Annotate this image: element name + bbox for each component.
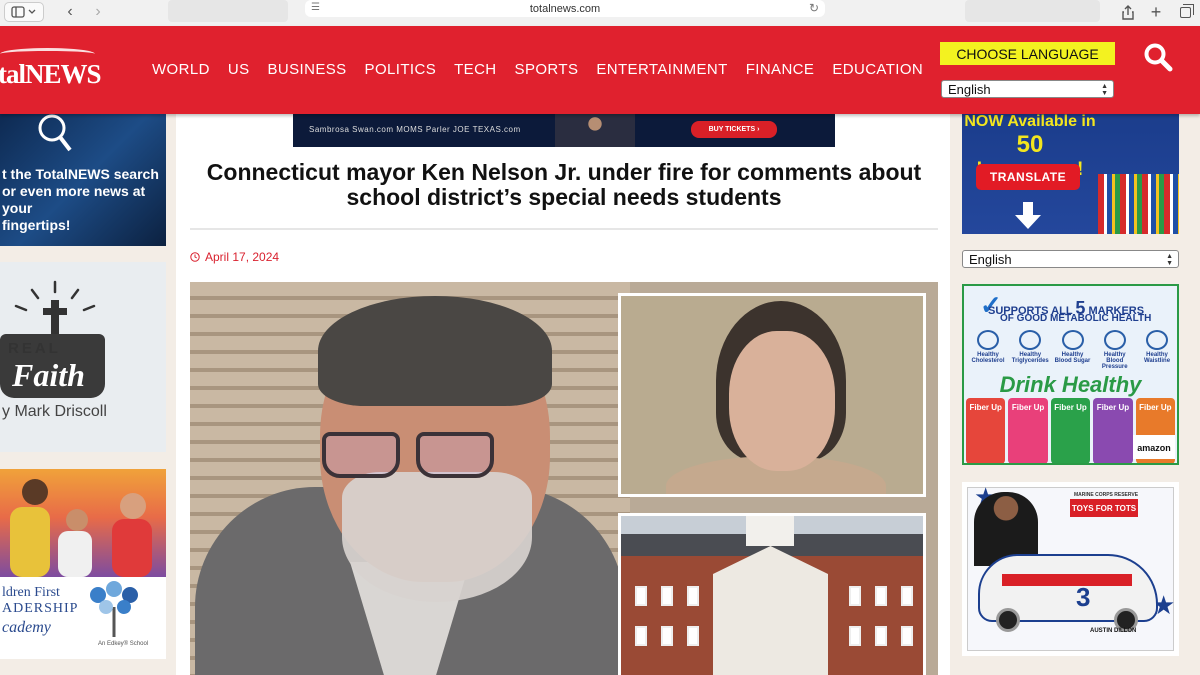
flags-image xyxy=(1098,174,1179,234)
nav-item-finance[interactable]: FINANCE xyxy=(746,61,815,78)
glasses-right-lens xyxy=(416,432,494,478)
health-ad-headline: Drink Healthy xyxy=(999,372,1142,397)
toys-ad-campaign: TOYS FOR TOTS xyxy=(1070,499,1138,517)
translate-ad-line1: NOW Available in xyxy=(964,114,1096,130)
health-metrics: Healthy Cholesterol Healthy Triglyceride… xyxy=(968,330,1177,370)
left-ad-academy[interactable]: ldren First ADERSHIP cademy An Edkey® Sc… xyxy=(0,469,166,659)
sugar-cube-icon xyxy=(1061,330,1084,350)
top-banner-ad[interactable]: Sambrosa Swan.com MOMS Parler JOE TEXAS.… xyxy=(293,114,835,147)
chevron-right-icon: › xyxy=(95,3,101,20)
nav-item-politics[interactable]: POLITICS xyxy=(365,61,437,78)
speaker-photo xyxy=(555,114,635,147)
chevron-left-icon: ‹ xyxy=(67,3,73,20)
site-logo[interactable]: talNEWS xyxy=(0,59,102,90)
background-tab-right[interactable] xyxy=(965,0,1100,22)
metric-cholesterol: Healthy Cholesterol xyxy=(968,330,1008,370)
nav-item-world[interactable]: WORLD xyxy=(152,61,210,78)
buy-tickets-button[interactable]: BUY TICKETS › xyxy=(691,121,777,138)
clock-icon xyxy=(190,252,200,262)
pulse-icon xyxy=(1103,330,1126,350)
sidebar-toggle-button[interactable] xyxy=(4,2,44,22)
nav-item-tech[interactable]: TECH xyxy=(454,61,496,78)
nav-item-us[interactable]: US xyxy=(228,61,250,78)
magnifier-icon xyxy=(38,114,72,152)
browser-toolbar: ‹ › ☰ totalnews.com ↻ + xyxy=(0,0,1200,26)
headline-divider xyxy=(190,228,938,230)
right-ad-toys-for-tots[interactable]: ★ ★ MARINE CORPS RESERVE TOYS FOR TOTS 3… xyxy=(962,482,1179,656)
toys-ad-org: MARINE CORPS RESERVE xyxy=(1074,492,1139,498)
article-date: April 17, 2024 xyxy=(190,250,279,264)
choose-language-label: CHOOSE LANGUAGE xyxy=(940,42,1115,65)
search-ad-text: t the TotalNEWS search or even more news… xyxy=(2,166,159,233)
left-ad-search[interactable]: t the TotalNEWS search or even more news… xyxy=(0,114,166,246)
academy-line1: ldren First xyxy=(2,585,60,600)
address-bar[interactable]: ☰ totalnews.com ↻ xyxy=(305,0,825,17)
metric-blood-pressure: Healthy Blood Pressure xyxy=(1095,330,1135,370)
sidebar-icon xyxy=(11,6,36,18)
faith-ad-faith: Faith xyxy=(12,357,85,393)
share-icon xyxy=(1122,4,1134,20)
mayor-hair xyxy=(318,296,552,406)
reload-icon[interactable]: ↻ xyxy=(809,1,819,15)
tree-hands-logo xyxy=(90,581,138,637)
amazon-logo: amazon xyxy=(1133,435,1175,459)
translate-button[interactable]: TRANSLATE xyxy=(976,164,1080,190)
health-ad-subtitle: OF GOOD METABOLIC HEALTH xyxy=(1000,313,1152,324)
forward-button[interactable]: › xyxy=(86,2,110,22)
tab-overview-button[interactable] xyxy=(1174,2,1196,22)
metric-triglycerides: Healthy Triglycerides xyxy=(1010,330,1050,370)
mayor-beard xyxy=(342,472,532,602)
nav-item-business[interactable]: BUSINESS xyxy=(267,61,346,78)
tabs-icon xyxy=(1179,3,1194,18)
faith-ad-byline: y Mark Driscoll xyxy=(2,403,107,420)
faith-ad-real: REAL xyxy=(8,340,61,357)
wheel xyxy=(996,608,1020,632)
metric-waistline: Healthy Waistline xyxy=(1137,330,1177,370)
site-header: talNEWS WORLD US BUSINESS POLITICS TECH … xyxy=(0,26,1200,114)
children-photo xyxy=(0,469,166,577)
plus-icon: + xyxy=(1150,1,1162,22)
driver-name: AUSTIN DILLON xyxy=(1090,628,1137,634)
share-button[interactable] xyxy=(1118,2,1138,22)
nav-item-sports[interactable]: SPORTS xyxy=(515,61,579,78)
right-ad-fiber-up[interactable]: ✓ SUPPORTS ALL 5 MARKERS OF GOOD METABOL… xyxy=(962,284,1179,465)
new-tab-button[interactable]: + xyxy=(1146,2,1166,22)
metric-blood-sugar: Healthy Blood Sugar xyxy=(1053,330,1093,370)
glasses-left-lens xyxy=(322,432,400,478)
tape-measure-icon xyxy=(1146,330,1168,350)
droplet-icon xyxy=(1019,330,1042,350)
inset-woman-photo xyxy=(618,293,926,497)
back-button[interactable]: ‹ xyxy=(58,2,82,22)
car-number: 3 xyxy=(1076,582,1091,612)
left-ad-real-faith[interactable]: REAL Faith y Mark Driscoll xyxy=(0,262,166,452)
header-language-select[interactable]: English ▲ ▼ xyxy=(941,80,1114,98)
nav-item-entertainment[interactable]: ENTERTAINMENT xyxy=(596,61,727,78)
right-language-value: English xyxy=(969,251,1012,267)
cross-rays-icon xyxy=(14,280,96,336)
search-icon[interactable] xyxy=(1143,42,1173,72)
article-date-text: April 17, 2024 xyxy=(205,250,280,264)
banner-sponsors: Sambrosa Swan.com MOMS Parler JOE TEXAS.… xyxy=(309,125,521,134)
select-arrows-icon: ▲ ▼ xyxy=(1101,83,1108,97)
inset-town-hall-photo xyxy=(618,513,926,675)
academy-line2: ADERSHIP xyxy=(2,601,79,616)
nav-item-education[interactable]: EDUCATION xyxy=(832,61,923,78)
main-nav: WORLD US BUSINESS POLITICS TECH SPORTS E… xyxy=(152,61,941,78)
right-language-select[interactable]: English ▲ ▼ xyxy=(962,250,1179,268)
background-tab-left[interactable] xyxy=(168,0,288,22)
article-headline: Connecticut mayor Ken Nelson Jr. under f… xyxy=(206,159,922,210)
article-hero-image xyxy=(190,282,938,675)
academy-line3: cademy xyxy=(2,619,51,636)
right-ad-translate[interactable]: NOW Available in 50 Languages! TRANSLATE xyxy=(962,114,1179,234)
url-text: totalnews.com xyxy=(529,2,601,15)
heart-icon xyxy=(977,330,999,350)
academy-tagline: An Edkey® School xyxy=(98,641,149,647)
header-language-value: English xyxy=(948,81,991,97)
arrow-down-icon xyxy=(1015,202,1041,229)
select-arrows-icon: ▲ ▼ xyxy=(1166,253,1173,267)
car-stripe xyxy=(1002,574,1132,586)
page-menu-icon[interactable]: ☰ xyxy=(311,2,320,13)
